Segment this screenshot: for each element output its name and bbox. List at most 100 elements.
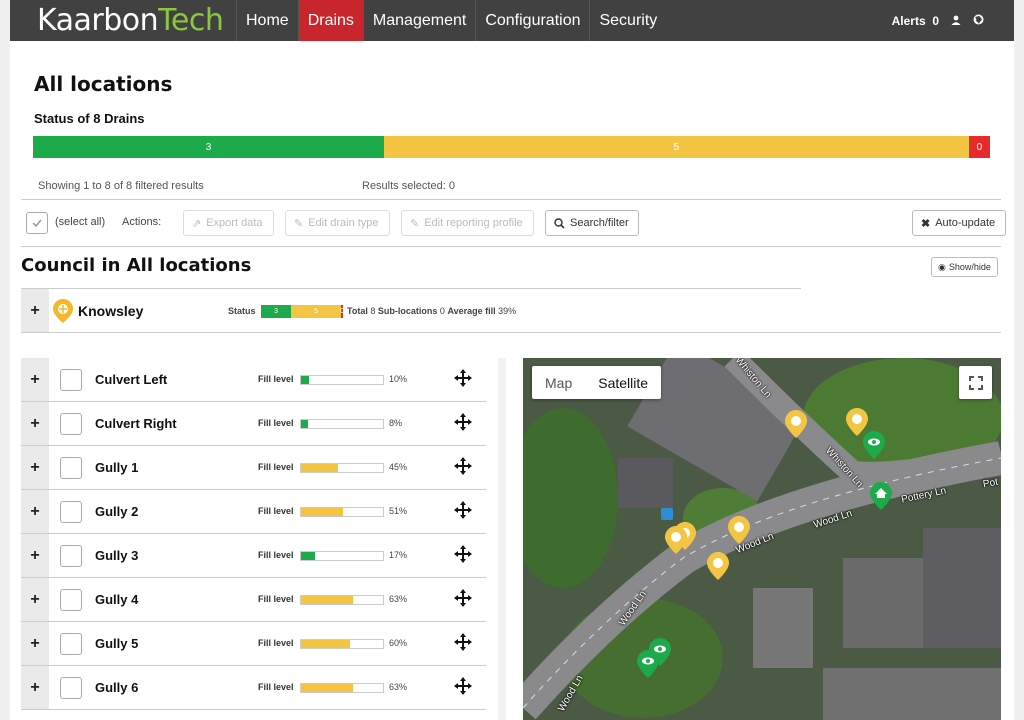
show-hide-button[interactable]: ◉ Show/hide [931, 257, 998, 277]
drain-name[interactable]: Culvert Right [95, 416, 177, 431]
drain-marker-green-icon[interactable] [637, 650, 659, 678]
edit-reporting-profile-button[interactable]: ✎ Edit reporting profile [401, 210, 534, 236]
nav-configuration[interactable]: Configuration [475, 0, 589, 41]
search-filter-button[interactable]: Search/filter [545, 210, 639, 236]
fill-level-percent: 10% [389, 374, 408, 384]
locate-target-icon[interactable] [454, 677, 472, 700]
locate-target-icon[interactable] [454, 589, 472, 612]
drain-name[interactable]: Gully 1 [95, 460, 138, 475]
select-all-label[interactable]: (select all) [55, 216, 105, 228]
fill-level-label: Fill level [258, 638, 294, 648]
row-checkbox[interactable] [60, 633, 82, 655]
drain-name[interactable]: Gully 4 [95, 592, 138, 607]
satellite-map[interactable]: Map Satellite Whiston Ln Whiston Ln Pott… [523, 358, 1001, 720]
nav-right-group: Alerts 0 [892, 0, 1014, 41]
row-checkbox[interactable] [60, 589, 82, 611]
expand-icon[interactable]: + [21, 446, 49, 489]
select-all-checkbox[interactable] [26, 212, 48, 234]
page-title: All locations [34, 72, 173, 96]
drain-marker-yellow-icon[interactable] [707, 552, 729, 580]
expand-icon[interactable]: + [21, 578, 49, 621]
location-name[interactable]: Knowsley [78, 303, 143, 319]
drain-marker-home-icon[interactable] [870, 482, 892, 510]
row-checkbox[interactable] [60, 677, 82, 699]
show-hide-label: Show/hide [948, 262, 991, 272]
row-checkbox[interactable] [60, 369, 82, 391]
expand-icon[interactable]: + [21, 358, 49, 401]
fill-level-fill [301, 464, 338, 472]
fill-level-percent: 51% [389, 506, 408, 516]
average-fill-value: 39% [498, 306, 517, 316]
list-scrollbar[interactable] [498, 358, 506, 720]
fill-level-label: Fill level [258, 374, 294, 384]
fill-level-percent: 45% [389, 462, 408, 472]
brand-logo[interactable]: Kaarbon Tech [10, 0, 236, 41]
total-value: 8 [370, 306, 376, 316]
drain-marker-yellow-icon[interactable] [728, 516, 750, 544]
alerts-link[interactable]: Alerts 0 [892, 14, 939, 28]
nav-security[interactable]: Security [589, 0, 666, 41]
locate-target-icon[interactable] [454, 633, 472, 656]
sub-locations-value: 0 [439, 306, 445, 316]
fill-level-fill [301, 508, 343, 516]
location-row[interactable]: + Knowsley Status 3 5 0 Total 8 Sub-loca… [21, 289, 1001, 333]
map-type-map[interactable]: Map [532, 366, 585, 399]
drain-name[interactable]: Gully 2 [95, 504, 138, 519]
expand-icon[interactable]: + [21, 402, 49, 445]
drain-row[interactable]: + Culvert Right Fill level 8% [21, 402, 486, 446]
status-segment-green: 3 [33, 136, 384, 158]
fill-level-label: Fill level [258, 462, 294, 472]
locate-target-icon[interactable] [454, 501, 472, 524]
drain-name[interactable]: Culvert Left [95, 372, 167, 387]
sub-locations-label: Sub-locations [377, 306, 438, 316]
drain-row[interactable]: + Gully 5 Fill level 60% [21, 622, 486, 666]
drain-row[interactable]: + Culvert Left Fill level 10% [21, 358, 486, 402]
fill-level-bar [300, 507, 384, 517]
auto-update-button[interactable]: ✖ Auto-update [912, 210, 1006, 236]
results-selected: Results selected: 0 [362, 180, 455, 192]
locate-target-icon[interactable] [454, 369, 472, 392]
status-segment-yellow: 5 [383, 136, 969, 158]
fullscreen-icon[interactable] [959, 366, 992, 399]
nav-home[interactable]: Home [236, 0, 298, 41]
export-icon: ⇗ [192, 217, 202, 230]
drain-marker-yellow-icon[interactable] [785, 410, 807, 438]
drain-row[interactable]: + Gully 2 Fill level 51% [21, 490, 486, 534]
average-fill-label: Average fill [447, 306, 496, 316]
row-checkbox[interactable] [60, 413, 82, 435]
row-checkbox[interactable] [60, 457, 82, 479]
pencil-icon: ✎ [410, 217, 420, 230]
locate-target-icon[interactable] [454, 413, 472, 436]
map-type-satellite[interactable]: Satellite [585, 366, 661, 399]
expand-icon[interactable]: + [21, 534, 49, 577]
nav-management[interactable]: Management [362, 0, 475, 41]
drain-row[interactable]: + Gully 1 Fill level 45% [21, 446, 486, 490]
expand-icon[interactable]: + [21, 666, 49, 709]
drain-name[interactable]: Gully 5 [95, 636, 138, 651]
drain-row[interactable]: + Gully 3 Fill level 17% [21, 534, 486, 578]
expand-icon[interactable]: + [21, 289, 49, 332]
globe-icon[interactable] [973, 14, 984, 28]
nav-drains[interactable]: Drains [297, 0, 363, 41]
drain-marker-yellow-icon[interactable] [665, 526, 687, 554]
drain-row[interactable]: + Gully 6 Fill level 63% [21, 666, 486, 710]
fill-level-percent: 8% [389, 418, 403, 428]
drain-row[interactable]: + Gully 4 Fill level 63% [21, 578, 486, 622]
edit-drain-type-button[interactable]: ✎ Edit drain type [285, 210, 390, 236]
drain-name[interactable]: Gully 6 [95, 680, 138, 695]
expand-icon[interactable]: + [21, 490, 49, 533]
locate-target-icon[interactable] [454, 457, 472, 480]
drain-name[interactable]: Gully 3 [95, 548, 138, 563]
user-icon[interactable] [951, 14, 961, 28]
expand-icon[interactable]: + [21, 622, 49, 665]
location-status-red: 0 [340, 305, 344, 318]
drain-marker-green-icon[interactable] [863, 431, 885, 459]
row-checkbox[interactable] [60, 501, 82, 523]
status-segment-red: 0 [968, 136, 990, 158]
location-status-yellow: 5 [291, 305, 342, 318]
export-data-button[interactable]: ⇗ Export data [183, 210, 274, 236]
total-label: Total [347, 306, 368, 316]
locate-target-icon[interactable] [454, 545, 472, 568]
row-checkbox[interactable] [60, 545, 82, 567]
results-count: Showing 1 to 8 of 8 filtered results [38, 180, 204, 192]
